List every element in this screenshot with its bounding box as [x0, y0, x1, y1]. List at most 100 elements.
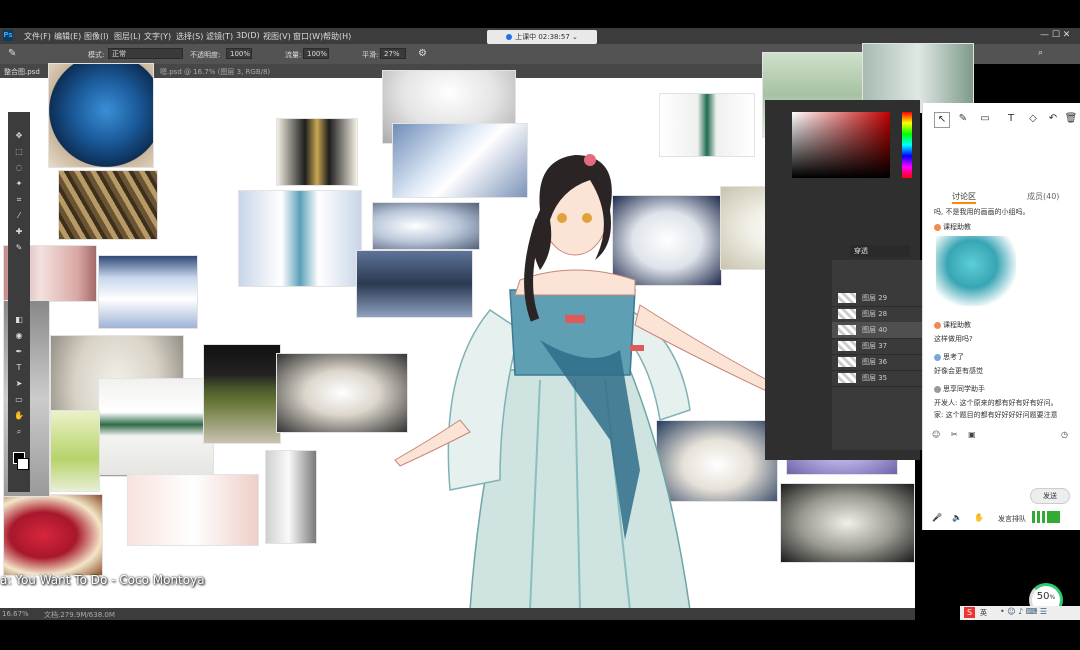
zoom-tool-icon[interactable]: ⌕ [13, 426, 25, 438]
layer-thumbnail [838, 325, 856, 335]
layer-row[interactable]: 图层 37 [832, 338, 922, 355]
history-icon[interactable]: ◷ [1061, 430, 1068, 439]
layer-row[interactable]: 图层 36 [832, 354, 922, 371]
microphone-icon[interactable]: 🎤 [932, 513, 942, 522]
image-icon[interactable]: ▣ [968, 430, 976, 439]
raise-hand-icon[interactable]: ✋ [974, 513, 984, 522]
menu-window[interactable]: 窗口(W) [293, 31, 323, 42]
reference-olive-corset[interactable] [203, 344, 281, 444]
speaker-icon[interactable]: 🔈 [952, 513, 962, 522]
menu-image[interactable]: 图像(I) [84, 31, 109, 42]
magic-wand-icon[interactable]: ✦ [13, 178, 25, 190]
zoom-indicator-unit: % [1049, 594, 1056, 601]
menu-help[interactable]: 帮助(H) [323, 31, 351, 42]
reference-white-teal-hanfu[interactable] [238, 190, 362, 287]
recording-dot-icon [506, 34, 513, 40]
smooth-label: 平滑: [362, 51, 379, 59]
marquee-tool-icon[interactable]: ⬚ [13, 146, 25, 158]
paint-bucket-icon[interactable]: ◉ [13, 330, 25, 342]
menu-view[interactable]: 视图(V) [263, 31, 291, 42]
status-doc-size: 文档:279.9M/638.0M [44, 611, 115, 619]
reference-blue-satin-dress[interactable] [48, 63, 154, 168]
healing-brush-icon[interactable]: ✚ [13, 226, 25, 238]
eraser-tool-icon[interactable]: ◧ [13, 314, 25, 326]
menu-select[interactable]: 选择(S) [176, 31, 203, 42]
mode-label: 模式: [88, 51, 105, 59]
pen-icon[interactable]: ✎ [956, 112, 970, 126]
reference-lime-fabric[interactable] [50, 410, 100, 492]
reference-white-sleeve[interactable] [265, 450, 317, 544]
flow-label: 流量: [285, 51, 302, 59]
shape-tool-icon[interactable]: ▭ [13, 394, 25, 406]
flow-input[interactable]: 100% [303, 48, 329, 59]
eyedropper-icon[interactable]: ⁄ [13, 210, 25, 222]
layers-blend-mode[interactable]: 穿透 [850, 245, 910, 257]
undo-icon[interactable]: ↶ [1046, 112, 1060, 126]
figure-hair-ornament [584, 154, 596, 166]
background-color-swatch[interactable] [17, 458, 29, 470]
move-tool-icon[interactable]: ✥ [13, 130, 25, 142]
settings-gear-icon[interactable]: ⚙ [418, 48, 427, 59]
reference-gold-fabric[interactable] [58, 170, 158, 240]
document-tab[interactable]: 整合图.psd [4, 67, 40, 77]
emoji-icon[interactable]: ☺ [932, 430, 940, 439]
tray-icons[interactable]: • ☺ ♪ ⌨ ☰ [1000, 607, 1047, 616]
rectangle-icon[interactable]: ▭ [978, 112, 992, 126]
layer-name: 图层 28 [862, 310, 888, 318]
sogou-ime-icon[interactable]: S [964, 607, 975, 618]
reference-green-ribbon[interactable] [98, 378, 214, 475]
hue-slider[interactable] [902, 112, 912, 178]
crop-tool-icon[interactable]: ⌗ [13, 194, 25, 206]
reference-black-gold-robe[interactable] [276, 118, 358, 186]
tab-discussion[interactable]: 讨论区 [952, 191, 976, 204]
reference-white-lace-dark[interactable] [276, 353, 408, 433]
annotation-toolbar: ↖ ✎ ▭ T ◇ ↶ 🗑 [928, 110, 1078, 128]
layer-row[interactable]: 图层 29 [832, 290, 922, 307]
search-icon[interactable]: ⌕ [1038, 48, 1043, 58]
mode-select[interactable]: 正常 [108, 48, 183, 59]
eraser-icon[interactable]: ◇ [1026, 112, 1040, 126]
status-zoom[interactable]: 16.67% [2, 610, 29, 618]
path-select-icon[interactable]: ➤ [13, 378, 25, 390]
layer-row-selected[interactable]: 图层 40 [832, 322, 922, 339]
send-button[interactable]: 发送 [1030, 488, 1070, 504]
layer-row[interactable]: 图层 28 [832, 306, 922, 323]
chat-image-hair-sketch[interactable] [936, 236, 1016, 306]
ime-mode-label[interactable]: 英 [980, 608, 987, 618]
hand-tool-icon[interactable]: ✋ [13, 410, 25, 422]
layer-thumbnail [838, 373, 856, 383]
brush-tool-icon[interactable]: ✎ [13, 242, 25, 254]
menu-filter[interactable]: 滤镜(T) [206, 31, 233, 42]
character-illustration[interactable] [390, 140, 810, 610]
screenshot-icon[interactable]: ✂ [951, 430, 958, 439]
menu-file[interactable]: 文件(F) [24, 31, 51, 42]
status-bar: 16.67% 文档:279.9M/638.0M [0, 608, 915, 620]
lasso-tool-icon[interactable]: ◌ [13, 162, 25, 174]
pen-tool-icon[interactable]: ✒ [13, 346, 25, 358]
class-timer[interactable]: 上课中 02:38:57 ⌄ [487, 30, 597, 44]
delete-icon[interactable]: 🗑 [1064, 112, 1078, 126]
opacity-input[interactable]: 100% [226, 48, 252, 59]
pointer-icon[interactable]: ↖ [934, 112, 950, 128]
type-tool-icon[interactable]: T [13, 362, 25, 374]
chat-input-tools: ☺ ✂ ▣ ◷ [932, 430, 1072, 442]
brush-tool-icon[interactable]: ✎ [8, 48, 16, 59]
window-controls[interactable]: — ☐ ✕ [1040, 30, 1080, 44]
audio-level-icon [1032, 511, 1060, 523]
menu-edit[interactable]: 编辑(E) [54, 31, 81, 42]
menu-type[interactable]: 文字(Y) [144, 31, 171, 42]
opacity-label: 不透明度: [190, 51, 221, 59]
class-timer-label: 上课中 02:38:57 [515, 33, 570, 41]
layer-row[interactable]: 图层 35 [832, 370, 922, 387]
document-tab-2[interactable]: 嗯.psd @ 16.7% (图层 3, RGB/8) [160, 67, 270, 77]
menu-3d[interactable]: 3D(D) [236, 31, 260, 40]
reference-peach-hanfu[interactable] [127, 474, 259, 546]
reference-white-offshoulder[interactable] [98, 255, 198, 329]
reference-red-lantern-dress[interactable] [3, 494, 103, 576]
smooth-input[interactable]: 27% [380, 48, 406, 59]
menu-layer[interactable]: 图层(L) [114, 31, 141, 42]
voice-queue-label[interactable]: 发言排队 [998, 514, 1026, 524]
screen-bottom-border [0, 620, 1080, 650]
text-icon[interactable]: T [1004, 112, 1018, 126]
tab-members[interactable]: 成员(40) [1027, 191, 1059, 202]
